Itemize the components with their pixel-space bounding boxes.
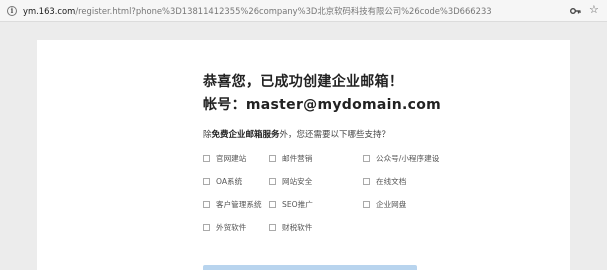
key-icon[interactable] [570, 6, 581, 16]
option-enterprise-drive[interactable]: 企业网盘 [363, 198, 406, 210]
option-oa-system[interactable]: OA系统 [203, 175, 242, 187]
success-title: 恭喜您，已成功创建企业邮箱！ [203, 74, 404, 90]
option-label: 外贸软件 [216, 222, 247, 232]
option-foreign-trade[interactable]: 外贸软件 [203, 221, 246, 233]
option-label: 财税软件 [282, 222, 313, 232]
info-icon[interactable]: i [7, 6, 17, 16]
option-label: 邮件营销 [282, 153, 313, 163]
checkbox[interactable] [203, 200, 210, 208]
option-label: 官网建站 [216, 153, 247, 163]
checkbox[interactable] [269, 223, 276, 231]
page-background: 恭喜您，已成功创建企业邮箱！ 帐号：master@mydomain.com 除免… [0, 23, 607, 270]
option-label: SEO推广 [282, 199, 313, 209]
option-website[interactable]: 官网建站 [203, 152, 246, 164]
question-prefix: 除 [203, 130, 212, 140]
option-label: 网站安全 [282, 176, 313, 186]
option-finance-tax[interactable]: 财税软件 [269, 221, 312, 233]
option-website-security[interactable]: 网站安全 [269, 175, 312, 187]
bookmark-star-icon[interactable]: ☆ [589, 4, 599, 16]
option-email-marketing[interactable]: 邮件营销 [269, 152, 312, 164]
account-title: 帐号：master@mydomain.com [203, 97, 442, 113]
checkbox[interactable] [269, 177, 276, 185]
checkbox[interactable] [363, 177, 370, 185]
option-label: 在线文档 [376, 176, 407, 186]
support-question: 除免费企业邮箱服务外，您还需要以下哪些支持？ [203, 128, 390, 140]
checkbox[interactable] [269, 154, 276, 162]
submit-button[interactable] [203, 265, 417, 270]
option-seo[interactable]: SEO推广 [269, 198, 313, 210]
question-highlight: 免费企业邮箱服务 [211, 130, 280, 140]
url-field[interactable]: i ym.163.com/register.html?phone%3D13811… [0, 0, 560, 22]
browser-address-bar: i ym.163.com/register.html?phone%3D13811… [0, 0, 607, 22]
option-crm[interactable]: 客户管理系统 [203, 198, 262, 210]
url-host: ym.163.com [23, 6, 76, 16]
option-label: 企业网盘 [376, 199, 407, 209]
option-label: OA系统 [216, 176, 243, 186]
success-card: 恭喜您，已成功创建企业邮箱！ 帐号：master@mydomain.com 除免… [37, 40, 570, 270]
checkbox[interactable] [203, 177, 210, 185]
option-wechat-miniprogram[interactable]: 公众号/小程序建设 [363, 152, 439, 164]
checkbox[interactable] [203, 154, 210, 162]
checkbox[interactable] [363, 154, 370, 162]
checkbox[interactable] [203, 223, 210, 231]
question-suffix: 外，您还需要以下哪些支持？ [279, 130, 391, 140]
checkbox[interactable] [363, 200, 370, 208]
option-label: 客户管理系统 [216, 199, 262, 209]
url-path: /register.html?phone%3D13811412355%26com… [75, 6, 492, 16]
url-text[interactable]: ym.163.com/register.html?phone%3D1381141… [23, 5, 492, 17]
option-online-docs[interactable]: 在线文档 [363, 175, 406, 187]
option-label: 公众号/小程序建设 [376, 153, 440, 163]
checkbox[interactable] [269, 200, 276, 208]
